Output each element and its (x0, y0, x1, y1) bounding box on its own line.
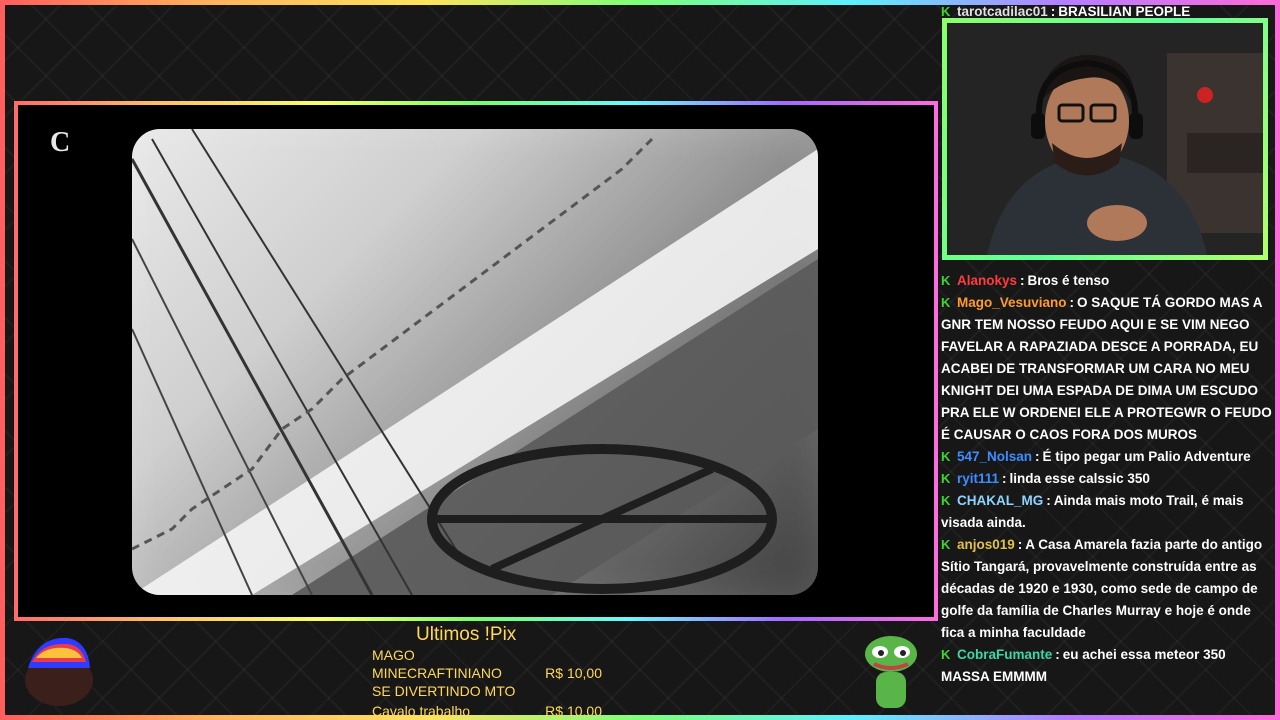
webcam (947, 23, 1263, 255)
chat-username[interactable]: Alanokys (957, 273, 1017, 288)
chat-text: linda esse calssic 350 (1009, 471, 1150, 486)
pepe-emote (865, 636, 917, 708)
pix-entry: MAGO MINECRAFTINIANO R$ 10,00 SE DIVERTI… (372, 646, 602, 700)
chat-username: tarotcadilac01 (957, 4, 1048, 19)
badge-icon: K (941, 471, 951, 486)
badge-icon: K (941, 449, 951, 464)
chat-message: Kryit111: linda esse calssic 350 (941, 468, 1275, 490)
pix-title: Ultimos !Pix (416, 624, 517, 645)
webcam-border (942, 18, 1268, 260)
chat-message: Kanjos019: A Casa Amarela fazia parte do … (941, 534, 1275, 644)
chat-message: K CobraFumante: eu achei essa meteor 350 M… (941, 644, 1275, 688)
chat-text: A Casa Amarela fazia parte do antigo Sít… (941, 537, 1263, 640)
chat-panel[interactable]: K Alanokys: Bros é tenso K Mago_Vesuviano: O … (941, 270, 1275, 688)
chat-text: BRASILIAN PEOPLE (1058, 4, 1191, 19)
channel-logo: C (50, 127, 71, 158)
pix-list: MAGO MINECRAFTINIANO R$ 10,00 SE DIVERTI… (372, 646, 602, 720)
archival-footage (132, 129, 818, 595)
pix-amount: R$ 10,00 (545, 665, 602, 681)
badge-icon: K (941, 4, 951, 19)
chat-text: O SAQUE TÁ GORDO MAS A GNR TEM NOSSO FEU… (941, 295, 1272, 442)
video-player[interactable]: C (18, 105, 934, 617)
pix-donor: Cavalo trabalho (372, 703, 471, 719)
chat-text: Bros é tenso (1027, 273, 1110, 288)
emote-left (25, 637, 93, 706)
pix-donor-line: MINECRAFTINIANO (372, 665, 502, 681)
badge-icon: K (941, 647, 951, 662)
chat-username[interactable]: 547_Nolsan (957, 449, 1032, 464)
chat-message: K 547_Nolsan: É tipo pegar um Palio Advent… (941, 446, 1275, 468)
chat-message-top: Ktarotcadilac01: BRASILIAN PEOPLE (941, 4, 1191, 19)
badge-icon: K (941, 493, 951, 508)
pix-amount: R$ 10,00 (545, 703, 602, 719)
chat-message: K Alanokys: Bros é tenso (941, 270, 1275, 292)
chat-message: K CHAKAL_MG: Ainda mais moto Trail, é mais… (941, 490, 1275, 534)
pix-donor: MAGO (372, 647, 415, 663)
video-border: C (14, 101, 938, 621)
chat-username[interactable]: anjos019 (957, 537, 1015, 552)
pix-entry: Cavalo trabalho R$ 10,00 (372, 702, 602, 720)
chat-username[interactable]: CHAKAL_MG (957, 493, 1043, 508)
badge-icon: K (941, 273, 951, 288)
badge-icon: K (941, 295, 951, 310)
pix-message: SE DIVERTINDO MTO (372, 683, 516, 699)
badge-icon: K (941, 537, 951, 552)
chat-username[interactable]: Mago_Vesuviano (957, 295, 1067, 310)
chat-username[interactable]: ryit111 (957, 471, 999, 486)
footage-drawing (132, 129, 818, 595)
chat-text: É tipo pegar um Palio Adventure (1042, 449, 1251, 464)
chat-username[interactable]: CobraFumante (957, 647, 1052, 662)
chat-message: K Mago_Vesuviano: O SAQUE TÁ GORDO MAS A G… (941, 292, 1275, 446)
streamer-figure (947, 23, 1263, 255)
